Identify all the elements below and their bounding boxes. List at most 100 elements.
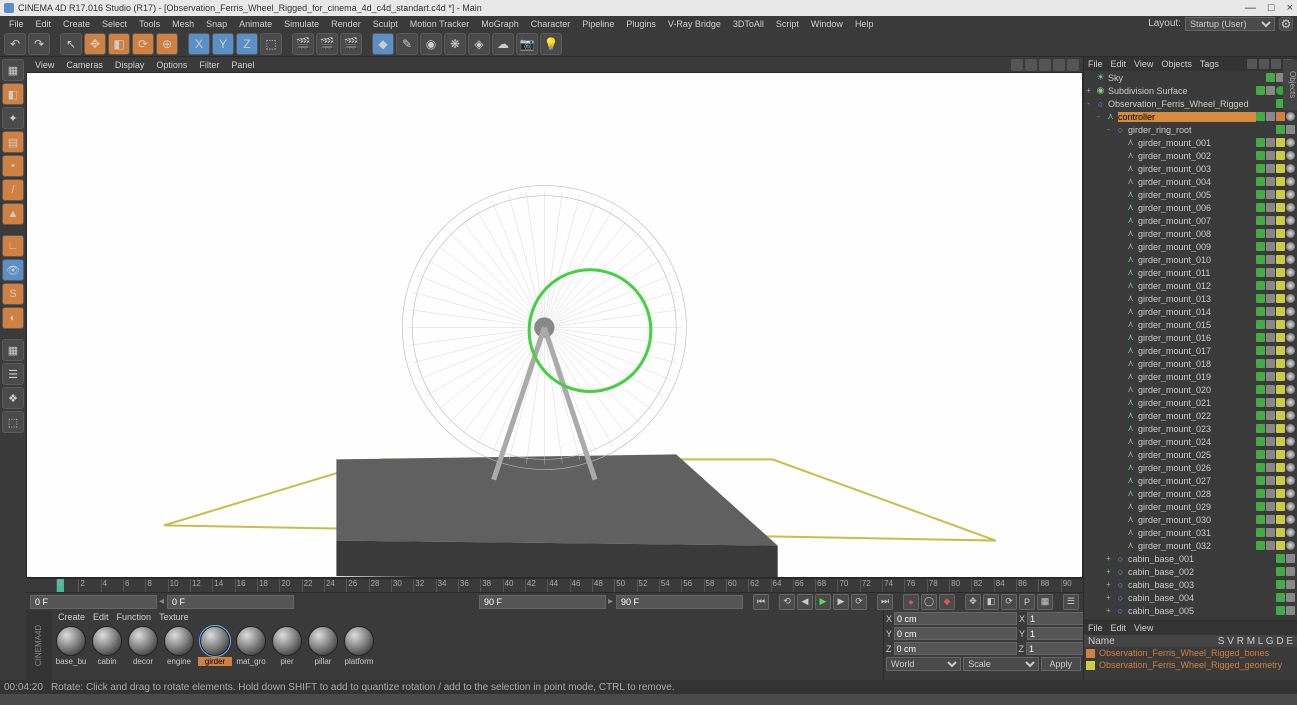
- vp-nav4-icon[interactable]: [1053, 59, 1065, 71]
- flag-tag-icon[interactable]: [1276, 385, 1285, 394]
- flag-vis2-icon[interactable]: [1266, 164, 1275, 173]
- layer-row[interactable]: Observation_Ferris_Wheel_Rigged_bones: [1084, 647, 1297, 659]
- flag-vis2-icon[interactable]: [1266, 242, 1275, 251]
- flag-vis2-icon[interactable]: [1266, 515, 1275, 524]
- tree-toggle-icon[interactable]: +: [1084, 86, 1093, 95]
- object-row[interactable]: ⋏girder_mount_009: [1084, 240, 1297, 253]
- menu-pipeline[interactable]: Pipeline: [577, 19, 619, 29]
- menu-tools[interactable]: Tools: [134, 19, 165, 29]
- flag-tag2-icon[interactable]: [1286, 515, 1295, 524]
- generator-button[interactable]: ❋: [444, 33, 466, 55]
- flag-tag2-icon[interactable]: [1286, 385, 1295, 394]
- play-button[interactable]: ▶: [815, 594, 831, 610]
- flag-vis-icon[interactable]: [1256, 359, 1265, 368]
- redo-button[interactable]: ↷: [28, 33, 50, 55]
- pos-y-field[interactable]: [894, 627, 1017, 640]
- vp-menu-filter[interactable]: Filter: [194, 60, 224, 70]
- vp-menu-panel[interactable]: Panel: [226, 60, 259, 70]
- flag-vis2-icon[interactable]: [1266, 112, 1275, 121]
- flag-vis-icon[interactable]: [1256, 294, 1265, 303]
- mat-menu-function[interactable]: Function: [117, 612, 152, 622]
- flag-vis-icon[interactable]: [1276, 593, 1285, 602]
- layers-menu-view[interactable]: View: [1134, 623, 1153, 633]
- object-row[interactable]: ⋏girder_mount_005: [1084, 188, 1297, 201]
- texture-mode-button[interactable]: ✦: [2, 107, 24, 129]
- flag-tag2-icon[interactable]: [1286, 502, 1295, 511]
- y-axis-lock[interactable]: Y: [212, 33, 234, 55]
- menu-file[interactable]: File: [4, 19, 29, 29]
- object-row[interactable]: +○cabin_base_004: [1084, 591, 1297, 604]
- flag-vis-icon[interactable]: [1256, 281, 1265, 290]
- edge-mode-button[interactable]: /: [2, 179, 24, 201]
- flag-vis2-icon[interactable]: [1266, 385, 1275, 394]
- param-key-button[interactable]: P: [1019, 594, 1035, 610]
- menu-select[interactable]: Select: [97, 19, 132, 29]
- material-decor[interactable]: decor: [126, 626, 160, 678]
- menu-plugins[interactable]: Plugins: [621, 19, 661, 29]
- flag-vis2-icon[interactable]: [1266, 437, 1275, 446]
- flag-tag-icon[interactable]: [1276, 398, 1285, 407]
- tree-toggle-icon[interactable]: +: [1104, 567, 1113, 576]
- material-engine[interactable]: engine: [162, 626, 196, 678]
- rot-key-button[interactable]: ⟳: [1001, 594, 1017, 610]
- flag-tag2-icon[interactable]: [1286, 281, 1295, 290]
- flag-vis-icon[interactable]: [1256, 320, 1265, 329]
- object-row[interactable]: ⋏girder_mount_015: [1084, 318, 1297, 331]
- flag-tag-icon[interactable]: [1276, 216, 1285, 225]
- flag-tag2-icon[interactable]: [1286, 216, 1295, 225]
- flag-vis-icon[interactable]: [1256, 398, 1265, 407]
- vp-menu-cameras[interactable]: Cameras: [61, 60, 108, 70]
- flag-tag-icon[interactable]: [1276, 294, 1285, 303]
- flag-vis-icon[interactable]: [1256, 333, 1265, 342]
- flag-tag-icon[interactable]: [1276, 463, 1285, 472]
- flag-tag-icon[interactable]: [1276, 541, 1285, 550]
- flag-vis-icon[interactable]: [1256, 385, 1265, 394]
- deformer-button[interactable]: ◈: [468, 33, 490, 55]
- range-start2-field[interactable]: [167, 595, 294, 609]
- coord-space-select[interactable]: World: [886, 657, 961, 671]
- flag-tag2-icon[interactable]: [1286, 294, 1295, 303]
- menu-character[interactable]: Character: [526, 19, 576, 29]
- tree-toggle-icon[interactable]: +: [1104, 593, 1113, 602]
- flag-tag-icon[interactable]: [1276, 203, 1285, 212]
- flag-tag-icon[interactable]: [1276, 333, 1285, 342]
- range-end-field[interactable]: [479, 595, 606, 609]
- flag-vis2-icon[interactable]: [1266, 489, 1275, 498]
- layout-selector[interactable]: Startup (User): [1185, 17, 1275, 31]
- mat-menu-edit[interactable]: Edit: [93, 612, 109, 622]
- menu-sculpt[interactable]: Sculpt: [368, 19, 403, 29]
- menu-window[interactable]: Window: [806, 19, 848, 29]
- flag-vis-icon[interactable]: [1276, 567, 1285, 576]
- tree-toggle-icon[interactable]: +: [1104, 580, 1113, 589]
- object-row[interactable]: ⋏girder_mount_010: [1084, 253, 1297, 266]
- flag-vis-icon[interactable]: [1256, 138, 1265, 147]
- flag-vis-icon[interactable]: [1256, 450, 1265, 459]
- scale-key-button[interactable]: ◧: [983, 594, 999, 610]
- flag-tag2-icon[interactable]: [1286, 190, 1295, 199]
- select-tool[interactable]: ↖: [60, 33, 82, 55]
- flag-vis2-icon[interactable]: [1266, 424, 1275, 433]
- flag-vis-icon[interactable]: [1256, 346, 1265, 355]
- flag-vis2-icon[interactable]: [1266, 138, 1275, 147]
- flag-vis2-icon[interactable]: [1266, 151, 1275, 160]
- coord-system-button[interactable]: ⬚: [260, 33, 282, 55]
- menu-help[interactable]: Help: [850, 19, 879, 29]
- object-manager-tree[interactable]: ☀Sky+◉Subdivision Surface×-○Observation_…: [1084, 71, 1297, 620]
- flag-tag2-icon[interactable]: [1286, 255, 1295, 264]
- om-menu-view[interactable]: View: [1134, 59, 1153, 69]
- tree-toggle-icon[interactable]: +: [1104, 554, 1113, 563]
- flag-tag-icon[interactable]: [1276, 255, 1285, 264]
- object-row[interactable]: ⋏girder_mount_021: [1084, 396, 1297, 409]
- layer-color-swatch[interactable]: [1086, 649, 1095, 658]
- z-axis-lock[interactable]: Z: [236, 33, 258, 55]
- flag-tag2-icon[interactable]: [1286, 463, 1295, 472]
- point-mode-button[interactable]: •: [2, 155, 24, 177]
- object-row[interactable]: ⋏girder_mount_018: [1084, 357, 1297, 370]
- menu-create[interactable]: Create: [58, 19, 95, 29]
- render-region-button[interactable]: 🎬: [316, 33, 338, 55]
- material-panel-tab[interactable]: CINEMA4D: [26, 610, 52, 680]
- flag-tag-icon[interactable]: [1276, 242, 1285, 251]
- flag-vis2-icon[interactable]: [1266, 216, 1275, 225]
- flag-tag-icon[interactable]: [1276, 450, 1285, 459]
- flag-vis-icon[interactable]: [1256, 515, 1265, 524]
